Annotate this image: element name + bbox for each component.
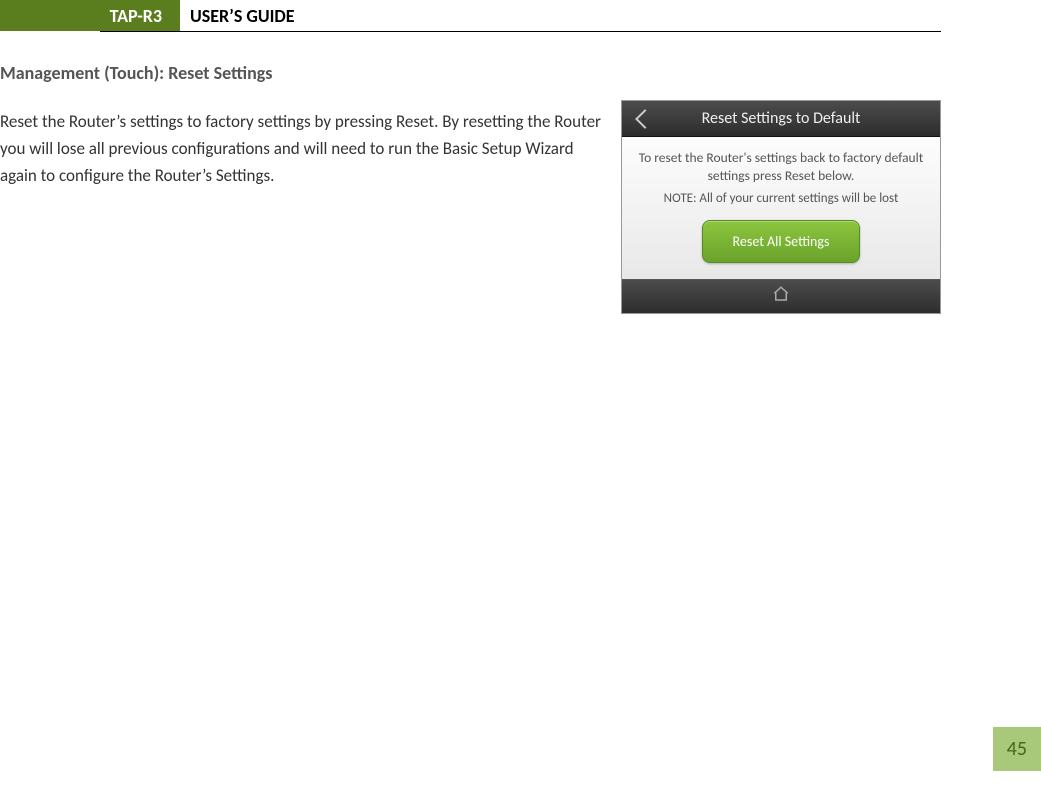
product-tab: TAP-R3 xyxy=(0,0,180,31)
document-header: TAP-R3 USER’S GUIDE xyxy=(100,0,941,32)
document-title: USER’S GUIDE xyxy=(180,0,305,31)
phone-header-bar: Reset Settings to Default xyxy=(622,101,940,137)
section-heading: Management (Touch): Reset Settings xyxy=(0,62,601,84)
content-area: Management (Touch): Reset Settings Reset… xyxy=(0,32,1041,314)
phone-header-title: Reset Settings to Default xyxy=(622,109,940,128)
phone-instruction-text: To reset the Router's settings back to f… xyxy=(638,149,924,185)
home-icon[interactable] xyxy=(772,285,790,308)
phone-body: To reset the Router's settings back to f… xyxy=(622,137,940,279)
page-number: 45 xyxy=(993,727,1041,771)
body-text: Reset the Router’s settings to factory s… xyxy=(0,108,601,190)
phone-footer-bar xyxy=(622,279,940,313)
reset-all-settings-button[interactable]: Reset All Settings xyxy=(702,220,861,263)
text-column: Management (Touch): Reset Settings Reset… xyxy=(0,62,601,314)
phone-screenshot: Reset Settings to Default To reset the R… xyxy=(621,100,941,314)
back-chevron-icon[interactable] xyxy=(635,109,655,129)
phone-note-text: NOTE: All of your current settings will … xyxy=(638,191,924,206)
screenshot-column: Reset Settings to Default To reset the R… xyxy=(621,62,941,314)
